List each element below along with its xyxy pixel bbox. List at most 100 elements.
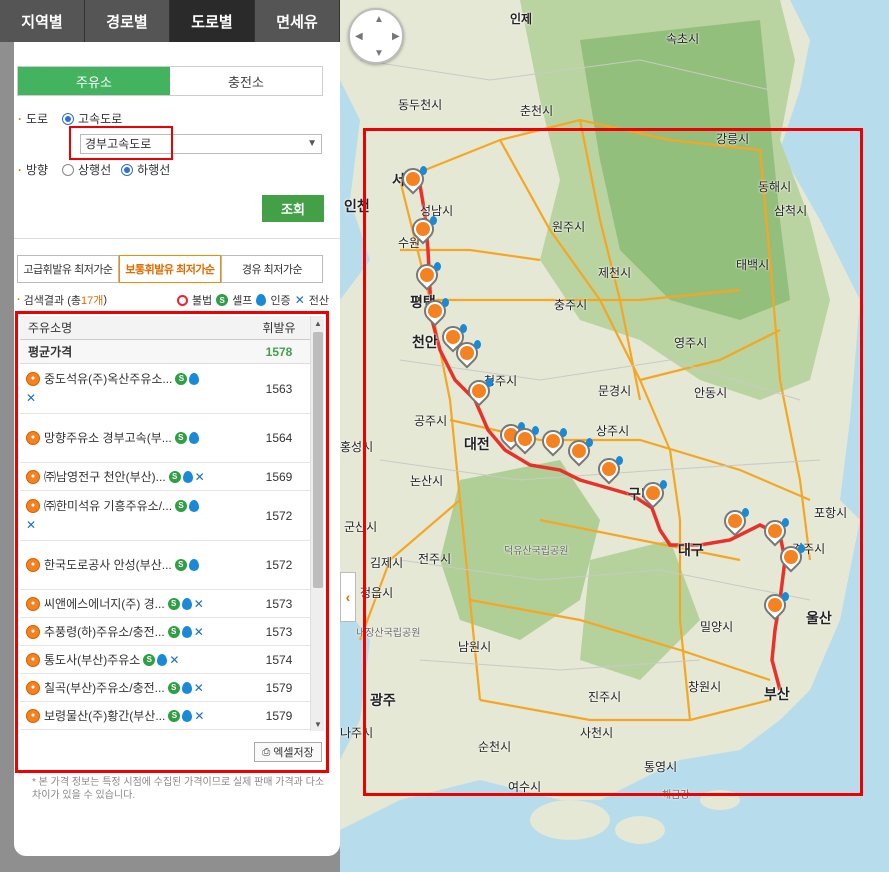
result-prefix: 검색결과 (총 xyxy=(23,295,81,307)
highway-radio[interactable]: 고속도로 xyxy=(62,110,122,127)
certified-drop-icon xyxy=(188,559,199,571)
certified-drop-icon xyxy=(181,682,192,694)
table-row[interactable]: ● ㈜남영전구 천안(부산)... S ✕ 1569 xyxy=(20,463,314,491)
tag-line: ✕ xyxy=(26,516,244,534)
station-cell: ● 칠곡(부산)주유소/충전... S ✕ xyxy=(20,674,244,701)
station-name[interactable]: 통도사(부산)주유소 xyxy=(44,651,140,669)
tab-premium-gasoline[interactable]: 고급휘발유 최저가순 xyxy=(17,255,119,283)
pan-up-icon[interactable]: ▲ xyxy=(374,14,384,25)
station-price: 1572 xyxy=(265,558,293,572)
tag-group: S ✕ xyxy=(167,679,204,697)
collapse-panel-button[interactable]: ‹ xyxy=(340,572,356,622)
legend-self: 셀프 xyxy=(232,295,253,307)
table-row[interactable]: ● 망향주유소 경부고속(부... S 1564 xyxy=(20,414,314,463)
list-scrollbar[interactable]: ▲ ▼ xyxy=(310,316,324,731)
station-cell: ● 씨앤에스에너지(주) 경... S ✕ xyxy=(20,590,244,617)
tab-tax-free[interactable]: 면세유 xyxy=(255,0,340,42)
legend-certified: 인증 xyxy=(270,295,291,307)
brand-logo-icon: ● xyxy=(26,431,40,445)
table-row[interactable]: ● 통도사(부산)주유소 S ✕ 1574 xyxy=(20,646,314,674)
station-cell: ● 추풍령(하)주유소/충전... S ✕ xyxy=(20,618,244,645)
self-service-icon: S xyxy=(167,682,180,694)
map-view[interactable]: 인제 속초시 동두천시 춘천시 강릉시 서울 동해시 인천 성남시 수원 원주시… xyxy=(340,0,889,872)
tab-route[interactable]: 경로별 xyxy=(85,0,170,42)
station-cell: ● 통도사(부산)주유소 S ✕ xyxy=(20,646,244,673)
tab-charging-station[interactable]: 충전소 xyxy=(170,67,322,95)
average-price: 1578 xyxy=(265,344,293,359)
certified-drop-icon xyxy=(181,626,192,638)
self-service-icon: S xyxy=(167,598,180,610)
search-panel: 주유소 충전소 도로 고속도로 경부고속도로 ▼ 방향 상행선 하행선 조회 고… xyxy=(14,42,340,856)
tab-diesel[interactable]: 경유 최저가순 xyxy=(221,255,323,283)
search-button[interactable]: 조회 xyxy=(262,195,324,222)
map-pan-control[interactable]: ▲ ▼ ◀ ▶ xyxy=(348,8,404,64)
disclaimer-note: * 본 가격 정보는 특정 시점에 수집된 가격이므로 실제 판매 가격과 다소… xyxy=(32,777,325,801)
brand-logo-icon: ● xyxy=(26,709,40,723)
certified-drop-icon xyxy=(189,499,200,512)
table-row[interactable]: ● 추풍령(하)주유소/충전... S ✕ 1573 xyxy=(20,618,314,646)
station-name[interactable]: 씨앤에스에너지(주) 경... xyxy=(44,595,165,613)
table-row[interactable]: ● 씨앤에스에너지(주) 경... S ✕ 1573 xyxy=(20,590,314,618)
tag-group: S xyxy=(175,499,200,512)
table-row[interactable]: ● ㈜한미석유 기흥주유소/... S ✕ 1572 xyxy=(20,491,314,541)
card-ex-icon: ✕ xyxy=(26,391,37,406)
station-name[interactable]: ㈜남영전구 천안(부산)... xyxy=(44,468,166,486)
table-row[interactable]: ● 칠곡(부산)주유소/충전... S ✕ 1579 xyxy=(20,674,314,702)
station-price: 1573 xyxy=(265,596,293,611)
scroll-up-icon[interactable]: ▲ xyxy=(311,316,325,330)
station-name[interactable]: 중도석유(주)옥산주유소... xyxy=(44,370,172,388)
map-label: 춘천시 xyxy=(520,104,554,118)
direction-label: 방향 xyxy=(14,161,62,178)
station-name[interactable]: 보령물산(주)황간(부산... xyxy=(44,707,165,725)
table-row[interactable]: ● 보령물산(주)황간(부산... S ✕ 1579 xyxy=(20,702,314,730)
tab-road[interactable]: 도로별 xyxy=(170,0,255,42)
station-price: 1564 xyxy=(265,431,293,445)
station-name[interactable]: 추풍령(하)주유소/충전... xyxy=(44,623,165,641)
table-row[interactable]: ● 한국도로공사 안성(부산... S 1572 xyxy=(20,541,314,590)
tab-region[interactable]: 지역별 xyxy=(0,0,85,42)
station-name[interactable]: 망향주유소 경부고속(부... xyxy=(44,429,172,447)
station-cell: ● 보령물산(주)황간(부산... S ✕ xyxy=(20,702,244,729)
illegal-icon xyxy=(176,294,188,306)
table-row[interactable]: ● 중도석유(주)옥산주유소... S ✕ 1563 xyxy=(20,364,314,414)
chevron-left-icon: ‹ xyxy=(345,589,351,605)
radio-down-direction[interactable]: 하행선 xyxy=(121,161,170,178)
station-cell: ● 한국도로공사 안성(부산... S xyxy=(20,541,244,589)
legend: 불법 S 셀프 인증 ✕ 전산 xyxy=(176,292,329,308)
excel-export-button[interactable]: ⎙ 엑셀저장 xyxy=(254,742,322,762)
pan-down-icon[interactable]: ▼ xyxy=(374,48,384,59)
station-name[interactable]: ㈜한미석유 기흥주유소/... xyxy=(44,497,172,515)
tag-group: S xyxy=(174,432,199,444)
tab-regular-gasoline[interactable]: 보통휘발유 최저가순 xyxy=(119,255,221,283)
station-name[interactable]: 칠곡(부산)주유소/충전... xyxy=(44,679,165,697)
pan-left-icon[interactable]: ◀ xyxy=(355,31,363,42)
col-price-header: 휘발유 xyxy=(262,321,296,335)
radio-down-label: 하행선 xyxy=(137,163,171,177)
tab-gas-station[interactable]: 주유소 xyxy=(18,67,170,95)
legend-card: 전산 xyxy=(308,295,329,307)
radio-up-label: 상행선 xyxy=(78,163,112,177)
self-service-icon: S xyxy=(175,372,188,385)
pan-right-icon[interactable]: ▶ xyxy=(392,31,400,42)
self-service-icon: S xyxy=(143,654,156,666)
map-label: 인제 xyxy=(510,12,533,26)
radio-unchecked-icon xyxy=(62,163,74,176)
certified-drop-icon xyxy=(188,432,199,444)
result-count: 17개 xyxy=(81,295,104,307)
radio-up-direction[interactable]: 상행선 xyxy=(62,161,111,178)
station-list[interactable]: 주유소명 휘발유 평균가격 1578 ● 중도석유(주)옥산주유소... S ✕ xyxy=(20,316,314,731)
station-name[interactable]: 한국도로공사 안성(부산... xyxy=(44,556,172,574)
card-ex-icon: ✕ xyxy=(193,681,204,695)
excel-export-label: 엑셀저장 xyxy=(273,747,314,759)
self-service-icon: S xyxy=(174,559,187,571)
brand-logo-icon: ● xyxy=(26,681,40,695)
brand-logo-icon: ● xyxy=(26,371,40,386)
station-price: 1579 xyxy=(265,680,293,695)
brand-logo-icon: ● xyxy=(26,597,40,611)
list-header: 주유소명 휘발유 xyxy=(20,316,314,340)
scroll-down-icon[interactable]: ▼ xyxy=(311,717,325,731)
scroll-thumb[interactable] xyxy=(313,332,323,588)
certified-drop-icon xyxy=(157,654,168,666)
tag-group: S ✕ xyxy=(167,595,204,613)
result-summary: · 검색결과 (총 17개 ) 불법 S 셀프 인증 ✕ 전산 xyxy=(17,292,329,308)
